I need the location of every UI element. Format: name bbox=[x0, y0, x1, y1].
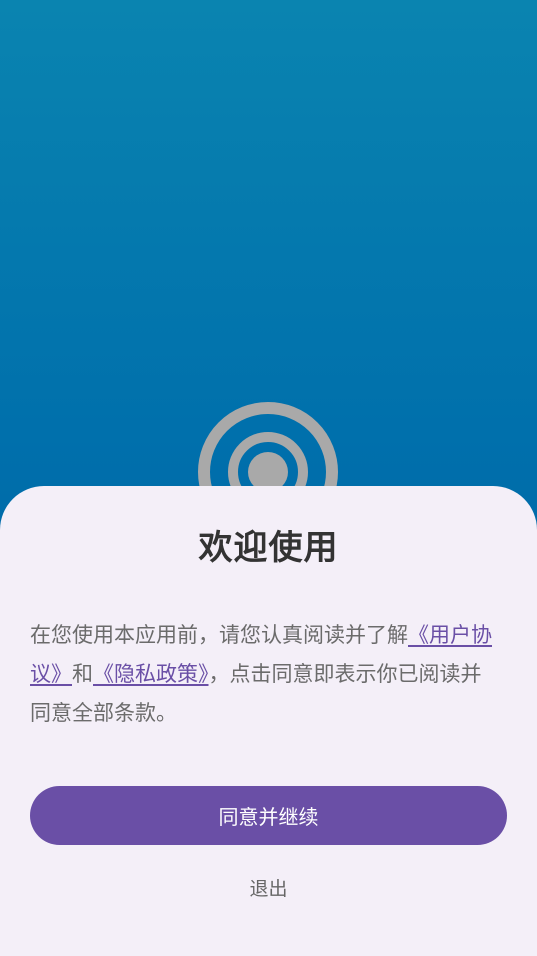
agreement-message-and: 和 bbox=[72, 662, 93, 686]
dialog-title: 欢迎使用 bbox=[198, 528, 339, 568]
agreement-message-prefix: 在您使用本应用前，请您认真阅读并了解 bbox=[30, 623, 408, 647]
agree-continue-button[interactable]: 同意并继续 bbox=[30, 786, 507, 845]
privacy-policy-link[interactable]: 《隐私政策》 bbox=[93, 662, 209, 686]
agreement-message: 在您使用本应用前，请您认真阅读并了解《用户协议》和《隐私政策》，点击同意即表示你… bbox=[30, 616, 500, 733]
exit-button[interactable]: 退出 bbox=[0, 874, 537, 901]
welcome-dialog: 欢迎使用 在您使用本应用前，请您认真阅读并了解《用户协议》和《隐私政策》，点击同… bbox=[0, 486, 537, 956]
splash-screen: 欢迎使用 在您使用本应用前，请您认真阅读并了解《用户协议》和《隐私政策》，点击同… bbox=[0, 0, 537, 956]
